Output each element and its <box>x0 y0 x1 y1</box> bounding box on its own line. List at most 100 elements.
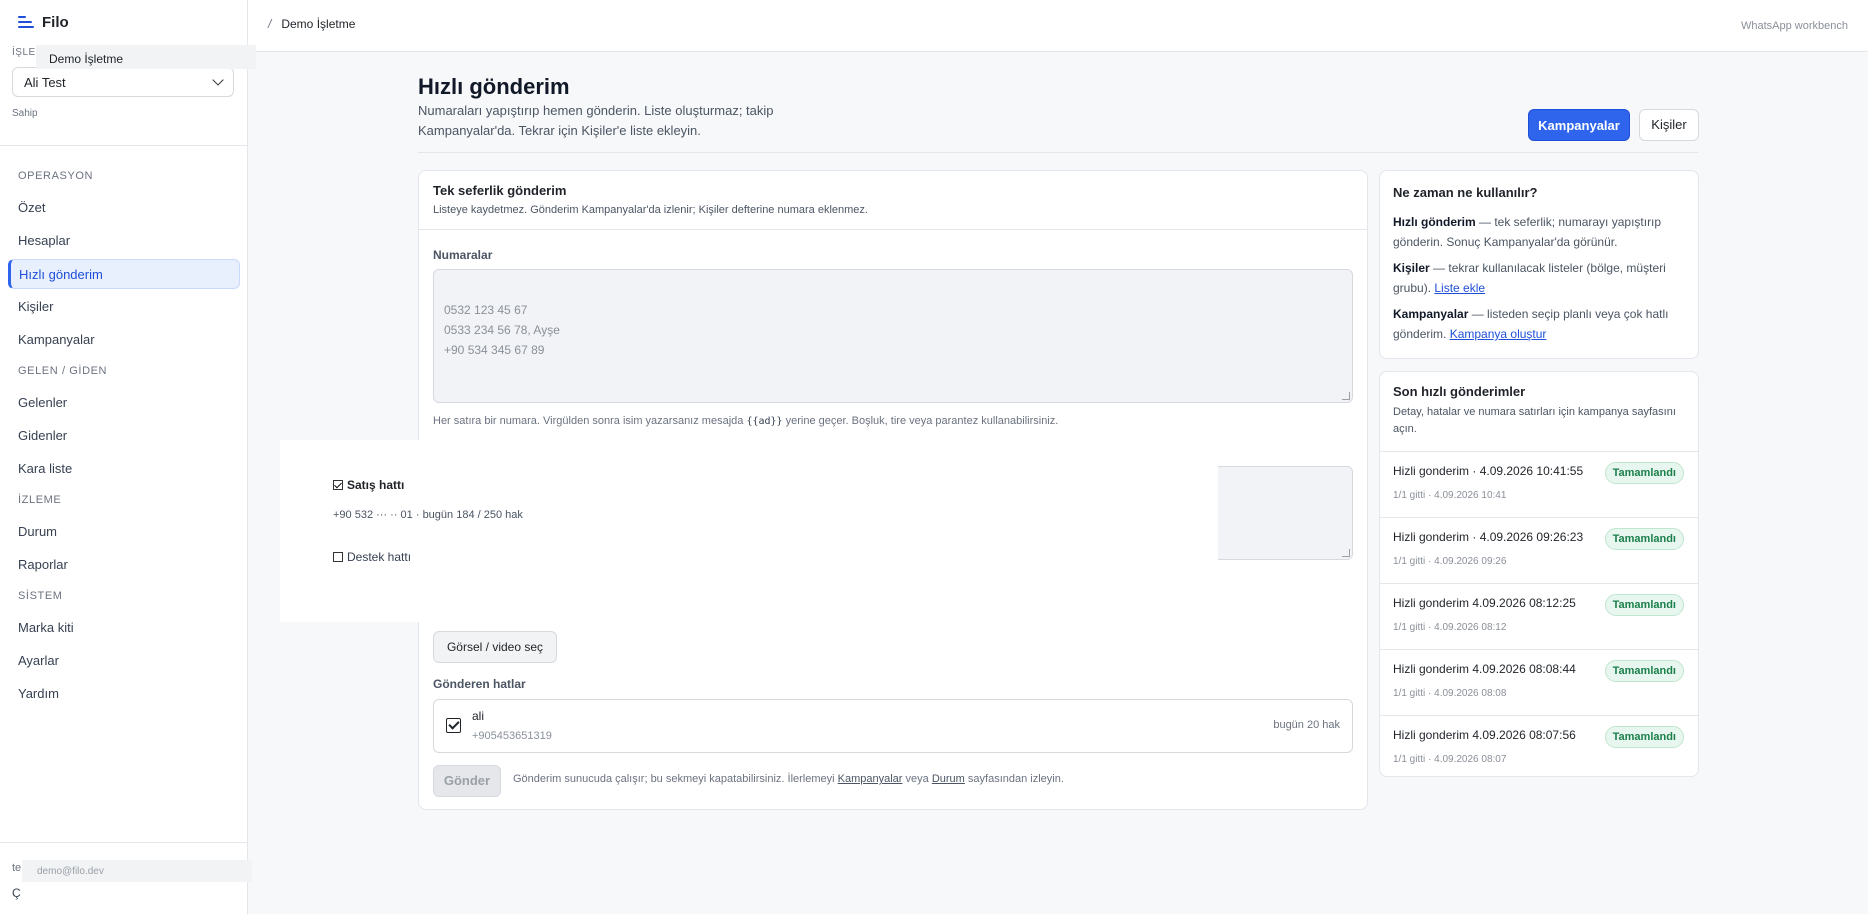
hint-code: {{ad}} <box>746 416 783 427</box>
sidebar-item-yardim[interactable]: Yardım <box>8 679 240 709</box>
sidebar-item-hizli-gonderim[interactable]: Hızlı gönderim <box>8 259 240 289</box>
popover-panel: Satış hattı +90 532 ··· ·· 01 · bugün 18… <box>280 440 1218 622</box>
breadcrumb-item[interactable]: Demo İşletme <box>281 17 355 31</box>
recent-header: Son hızlı gönderimler Detay, hatalar ve … <box>1380 372 1698 452</box>
create-campaign-link[interactable]: Kampanya oluştur <box>1450 327 1547 341</box>
nav-group-label: GELEN / GİDEN <box>18 365 108 377</box>
app-label: WhatsApp workbench <box>1741 20 1848 32</box>
sidebar-item-gidenler[interactable]: Gidenler <box>8 421 240 451</box>
recent-meta: 1/1 gitti · 4.09.2026 08:12 <box>1393 622 1507 633</box>
sidebar-item-durum[interactable]: Durum <box>8 517 240 547</box>
brand-name: Filo <box>42 14 69 31</box>
info-term: Hızlı gönderim <box>1393 215 1476 229</box>
workspace-tooltip: Demo İşletme <box>36 45 256 69</box>
chevron-down-icon <box>212 74 224 86</box>
numbers-label: Numaralar <box>433 248 493 262</box>
divider <box>418 152 1698 153</box>
sender-line-row[interactable]: ali +905453651319 bugün 20 hak <box>433 699 1353 753</box>
sidebar: Filo İŞLE Demo İşletme Ali Test Sahip OP… <box>0 0 256 914</box>
sidebar-item-marka-kiti[interactable]: Marka kiti <box>8 613 240 643</box>
media-select-button[interactable]: Görsel / video seç <box>433 631 557 663</box>
usage-info-card: Ne zaman ne kullanılır? Hızlı gönderim —… <box>1379 170 1699 359</box>
sidebar-item-ozet[interactable]: Özet <box>8 193 240 223</box>
info-paragraph: Hızlı gönderim — tek seferlik; numarayı … <box>1393 212 1685 252</box>
workspace-select[interactable]: Ali Test <box>12 67 234 97</box>
numbers-placeholder: 0532 123 45 67 0533 234 56 78, Ayşe +90 … <box>444 303 560 357</box>
sender-name: ali <box>472 709 485 723</box>
brand[interactable]: Filo <box>18 14 69 31</box>
status-badge: Tamamlandı <box>1604 594 1684 616</box>
send-note: Gönderim sunucuda çalışır; bu sekmeyi ka… <box>513 773 1064 785</box>
recent-meta: 1/1 gitti · 4.09.2026 09:26 <box>1393 556 1507 567</box>
info-term: Kampanyalar <box>1393 307 1469 321</box>
checkbox-checked-icon[interactable] <box>446 718 461 733</box>
sidebar-item-hesaplar[interactable]: Hesaplar <box>8 226 240 256</box>
sidebar-item-kampanyalar[interactable]: Kampanyalar <box>8 325 240 355</box>
hint-text: yerine geçer. Boşluk, tire veya parantez… <box>782 415 1059 427</box>
sender-number: +905453651319 <box>472 730 552 742</box>
workspace-select-value: Ali Test <box>24 74 66 90</box>
divider <box>0 842 247 843</box>
line-option-detail: +90 532 ··· ·· 01 · bugün 184 / 250 hak <box>333 509 523 521</box>
recent-subtitle: Detay, hatalar ve numara satırları için … <box>1393 406 1676 435</box>
campaigns-link[interactable]: Kampanyalar <box>838 773 903 785</box>
numbers-textarea[interactable]: 0532 123 45 67 0533 234 56 78, Ayşe +90 … <box>433 269 1353 403</box>
send-button[interactable]: Gönder <box>433 765 501 797</box>
status-badge: Tamamlandı <box>1604 462 1684 484</box>
send-note-text: veya <box>902 773 932 785</box>
status-link[interactable]: Durum <box>932 773 965 785</box>
resize-handle-icon[interactable] <box>1342 392 1350 400</box>
card-title: Tek seferlik gönderim <box>433 183 567 198</box>
status-badge: Tamamlandı <box>1604 528 1684 550</box>
email-tooltip: demo@filo.dev <box>22 860 252 882</box>
sidebar-item-kisiler[interactable]: Kişiler <box>8 292 240 322</box>
sender-quota: bugün 20 hak <box>1273 719 1340 731</box>
list-item[interactable]: Hizli gonderim 4.09.2026 08:07:56 1/1 gi… <box>1380 716 1698 782</box>
divider <box>419 229 1367 230</box>
recent-meta: 1/1 gitti · 4.09.2026 08:07 <box>1393 754 1507 765</box>
add-list-link[interactable]: Liste ekle <box>1434 281 1485 295</box>
footer-text: te <box>12 862 22 874</box>
info-paragraph: Kampanyalar — listeden seçip planlı veya… <box>1393 304 1685 344</box>
recent-meta: 1/1 gitti · 4.09.2026 08:08 <box>1393 688 1507 699</box>
sidebar-item-raporlar[interactable]: Raporlar <box>8 550 240 580</box>
campaigns-button[interactable]: Kampanyalar <box>1528 109 1630 141</box>
list-item[interactable]: Hizli gonderim 4.09.2026 08:12:25 1/1 gi… <box>1380 584 1698 650</box>
info-term: Kişiler <box>1393 261 1430 275</box>
footer-link[interactable]: Ç <box>12 886 21 900</box>
card-subtitle: Listeye kaydetmez. Gönderim Kampanyalar'… <box>433 204 868 216</box>
sidebar-nav: OPERASYON Özet Hesaplar Hızlı gönderim K… <box>8 168 240 712</box>
page-title: Hızlı gönderim <box>418 74 570 99</box>
sidebar-item-gelenler[interactable]: Gelenler <box>8 388 240 418</box>
breadcrumb: / Demo İşletme <box>268 17 355 31</box>
resize-handle-icon[interactable] <box>1342 549 1350 557</box>
checkbox-checked-icon[interactable] <box>333 480 343 490</box>
info-title: Ne zaman ne kullanılır? <box>1393 185 1538 200</box>
topbar: / Demo İşletme WhatsApp workbench <box>248 0 1868 52</box>
recent-title: Son hızlı gönderimler <box>1393 384 1526 399</box>
line-option-label: Destek hattı <box>347 550 412 564</box>
list-item[interactable]: Hizli gonderim 4.09.2026 08:08:44 1/1 gi… <box>1380 650 1698 716</box>
breadcrumb-separator: / <box>268 17 272 31</box>
line-option-support[interactable]: Destek hattı <box>333 550 411 564</box>
line-option-sales[interactable]: Satış hattı <box>333 478 404 492</box>
nav-group-label: İZLEME <box>18 494 62 506</box>
checkbox-unchecked-icon[interactable] <box>333 552 343 562</box>
contacts-button[interactable]: Kişiler <box>1639 109 1699 141</box>
status-badge: Tamamlandı <box>1604 726 1684 748</box>
info-paragraph: Kişiler — tekrar kullanılacak listeler (… <box>1393 258 1685 298</box>
list-item[interactable]: Hizli gonderim · 4.09.2026 10:41:55 1/1 … <box>1380 452 1698 518</box>
nav-group-label: OPERASYON <box>18 170 94 182</box>
menu-icon[interactable] <box>18 15 34 30</box>
list-item[interactable]: Hizli gonderim · 4.09.2026 09:26:23 1/1 … <box>1380 518 1698 584</box>
recent-sends-card: Son hızlı gönderimler Detay, hatalar ve … <box>1379 371 1699 777</box>
message-textarea[interactable] <box>1215 466 1353 560</box>
numbers-hint: Her satıra bir numara. Virgülden sonra i… <box>433 415 1058 427</box>
recent-meta: 1/1 gitti · 4.09.2026 10:41 <box>1393 490 1507 501</box>
nav-group-label: SİSTEM <box>18 590 63 602</box>
sidebar-item-kara-liste[interactable]: Kara liste <box>8 454 240 484</box>
line-option-label: Satış hattı <box>347 478 405 492</box>
send-note-text: Gönderim sunucuda çalışır; bu sekmeyi ka… <box>513 773 838 785</box>
divider <box>0 145 247 146</box>
sidebar-item-ayarlar[interactable]: Ayarlar <box>8 646 240 676</box>
